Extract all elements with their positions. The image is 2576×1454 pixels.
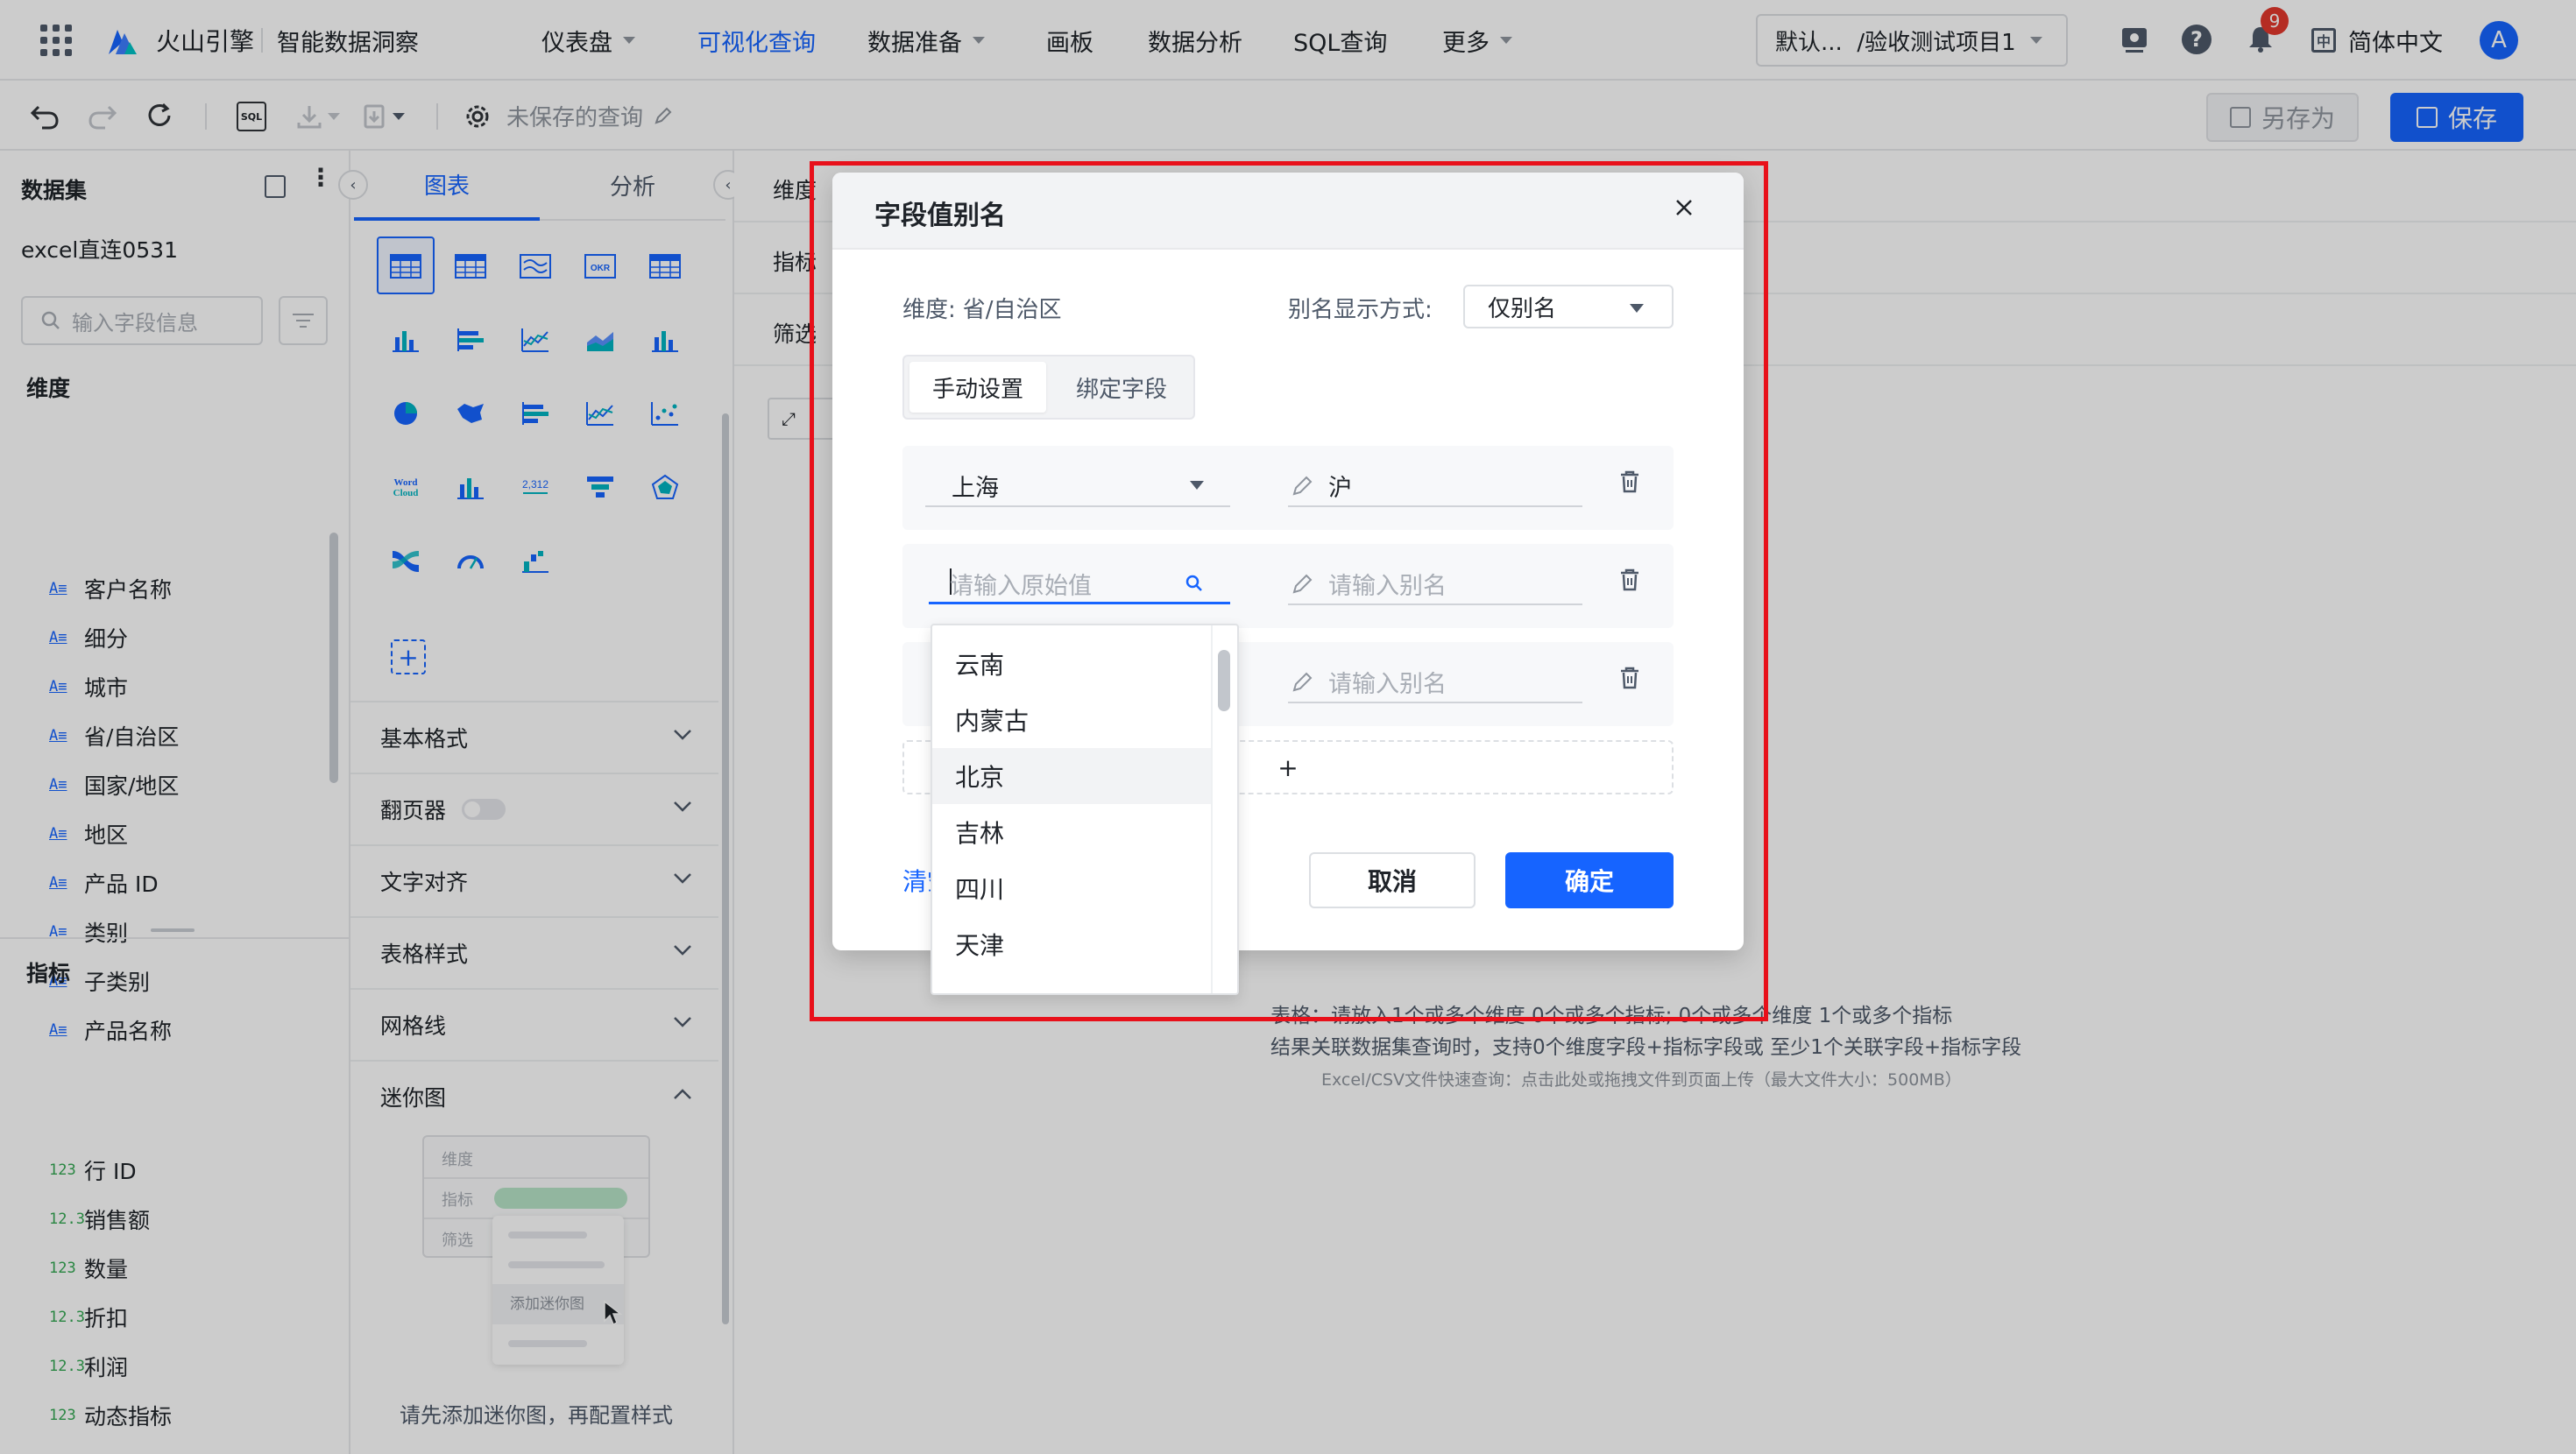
highlight-annotation-box xyxy=(810,161,1768,1021)
